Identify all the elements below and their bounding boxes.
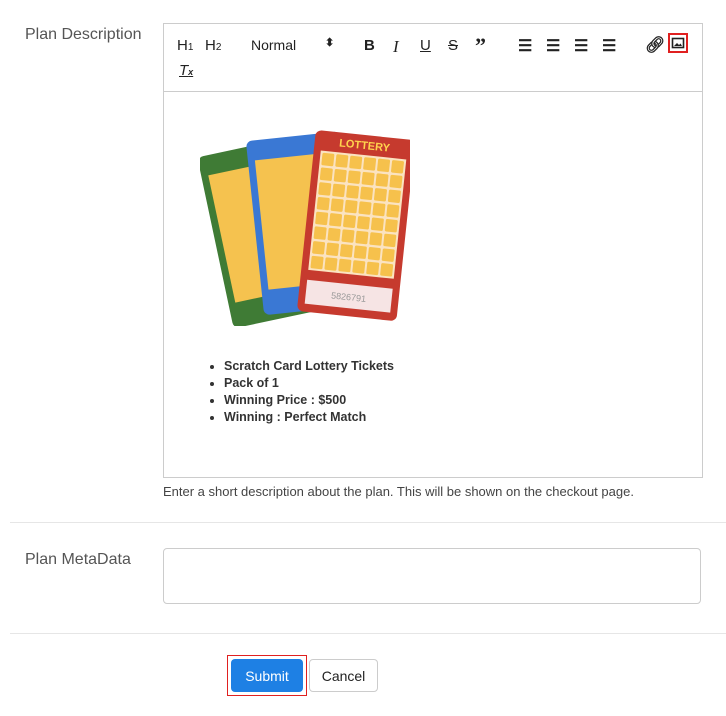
ticket-cell <box>346 185 360 199</box>
ticket-cell <box>377 158 391 173</box>
strike-icon[interactable]: S <box>448 37 458 54</box>
ticket-cell <box>324 257 338 271</box>
ticket-cell <box>361 171 375 186</box>
link-icon[interactable]: 🔗︎ <box>645 35 665 55</box>
ticket-cell <box>374 188 387 202</box>
ticket-cell <box>333 169 347 183</box>
ticket-cell <box>352 260 366 274</box>
ticket-cell <box>310 255 324 270</box>
list-item: Winning : Perfect Match <box>224 409 394 426</box>
bold-icon[interactable]: B <box>364 37 375 54</box>
ticket-cell <box>316 196 330 211</box>
ticket-cell <box>349 155 363 170</box>
ticket-cell <box>343 214 357 229</box>
ticket-cell <box>369 232 383 246</box>
ticket-cell <box>386 204 400 218</box>
ticket-cell <box>391 160 404 174</box>
ordered-list-icon[interactable]: ☰ <box>518 36 532 56</box>
ticket-cell <box>335 154 349 168</box>
outdent-icon[interactable]: ☰ <box>574 36 588 56</box>
ticket-cell <box>356 216 370 230</box>
h1-button[interactable]: H1 <box>177 37 193 54</box>
ticket-cell <box>381 248 395 262</box>
ticket-cell <box>339 244 353 258</box>
list-item: Pack of 1 <box>224 375 394 392</box>
submit-button[interactable]: Submit <box>231 659 303 692</box>
bullet-list-icon[interactable]: ☰ <box>546 36 560 56</box>
plan-metadata-label: Plan MetaData <box>25 551 131 568</box>
ticket-cell <box>383 233 397 248</box>
underline-icon[interactable]: U <box>420 37 431 54</box>
ticket-cell <box>353 245 367 259</box>
ticket-cell <box>372 202 386 217</box>
ticket-cell <box>329 213 343 227</box>
ticket-cell <box>384 219 398 233</box>
list-item: Scratch Card Lottery Tickets <box>224 358 394 375</box>
ticket-cell <box>315 211 329 226</box>
ticket-cell <box>318 182 332 196</box>
ticket-cell <box>327 227 341 242</box>
ticket-cell <box>370 217 384 231</box>
italic-icon[interactable]: I <box>393 37 399 57</box>
lottery-tickets-image: LOTTERY 5826791 <box>200 130 410 326</box>
ticket-cell <box>319 167 333 181</box>
ticket-cell <box>366 261 380 276</box>
ticket-cell <box>330 198 344 212</box>
h2-button[interactable]: H2 <box>205 37 221 54</box>
ticket-cell <box>332 183 346 198</box>
format-select[interactable]: Normal <box>251 37 296 53</box>
cancel-button[interactable]: Cancel <box>309 659 378 692</box>
ticket-cell <box>375 173 389 187</box>
ticket-cell <box>358 201 372 215</box>
ticket-cell <box>360 186 374 201</box>
ticket-cell <box>313 226 327 240</box>
select-arrows-icon: ⬍ <box>325 37 335 49</box>
plan-description-label: Plan Description <box>25 26 142 43</box>
description-bullets: Scratch Card Lottery Tickets Pack of 1 W… <box>212 358 394 426</box>
divider <box>10 633 726 634</box>
ticket-cell <box>347 170 361 184</box>
ticket-cell <box>341 229 355 243</box>
image-icon[interactable] <box>668 33 688 53</box>
description-help-text: Enter a short description about the plan… <box>163 484 634 499</box>
ticket-cell <box>338 258 352 273</box>
ticket-cell <box>363 157 377 171</box>
rich-text-editor: H1 H2 Normal ⬍ B I U S ” ☰ ☰ ☰ ☰ 🔗︎ Tx L… <box>163 23 703 478</box>
indent-icon[interactable]: ☰ <box>602 36 616 56</box>
ticket-cell <box>326 242 339 256</box>
ticket-cell <box>321 152 335 167</box>
editor-toolbar: H1 H2 Normal ⬍ B I U S ” ☰ ☰ ☰ ☰ 🔗︎ Tx <box>164 24 702 92</box>
ticket-cell <box>344 199 358 214</box>
blockquote-icon[interactable]: ” <box>475 33 486 59</box>
clear-format-icon[interactable]: Tx <box>179 62 193 79</box>
ticket-cell <box>389 174 403 189</box>
ticket-cell <box>312 241 326 255</box>
ticket-cell <box>380 263 394 277</box>
ticket-cell <box>355 230 369 245</box>
ticket-cell <box>387 189 401 203</box>
plan-metadata-input[interactable] <box>163 548 701 604</box>
list-item: Winning Price : $500 <box>224 392 394 409</box>
ticket-cell <box>367 246 381 261</box>
divider <box>10 522 726 523</box>
